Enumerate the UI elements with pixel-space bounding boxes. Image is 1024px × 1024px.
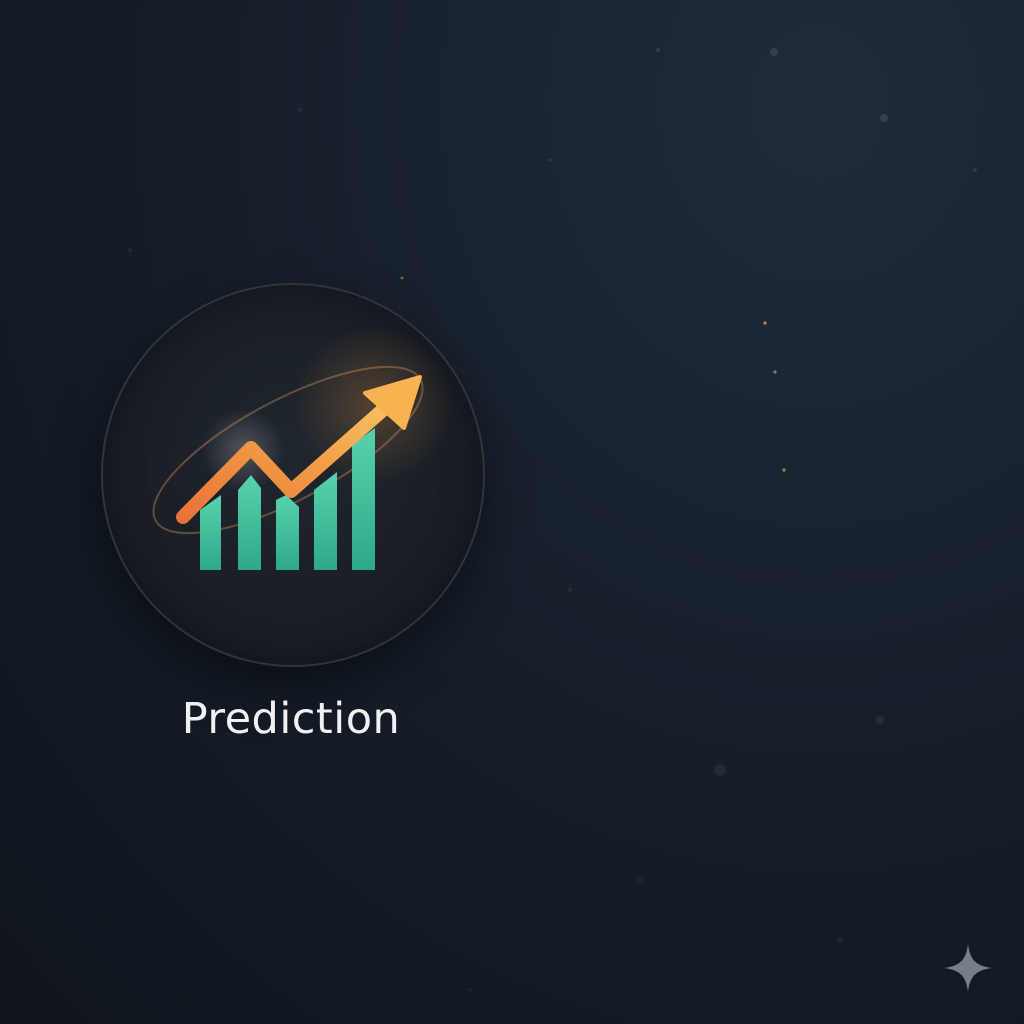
bar bbox=[238, 475, 261, 570]
bar bbox=[314, 472, 337, 570]
chart-growth-icon bbox=[152, 325, 453, 570]
sparkle-icon bbox=[944, 944, 992, 992]
tile-label: Prediction bbox=[181, 694, 401, 744]
bar bbox=[276, 495, 299, 570]
prediction-icon-disc[interactable] bbox=[101, 283, 485, 667]
bar bbox=[352, 428, 375, 570]
